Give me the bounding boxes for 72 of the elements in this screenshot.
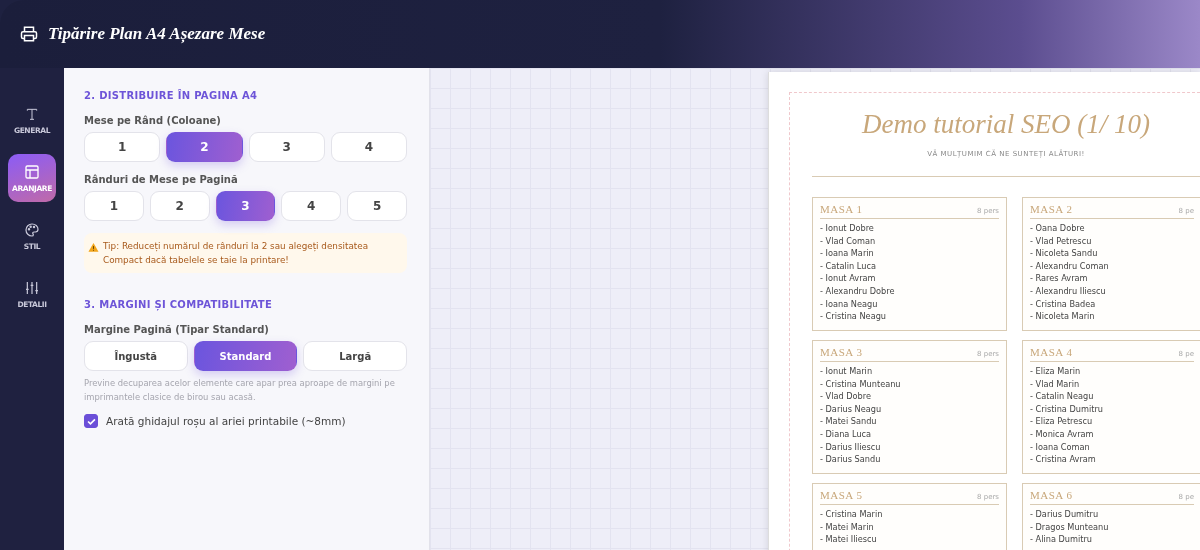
guest-name: - Vlad Coman	[820, 234, 877, 248]
field-label: Margine Pagină (Tipar Standard)	[84, 324, 270, 336]
guest-name: - Cristina Neagu	[820, 310, 888, 323]
guest-name: - Vlad Petrescu	[1030, 234, 1093, 248]
layout-icon	[24, 163, 40, 180]
column-count-option[interactable]: 2	[166, 132, 243, 162]
guest-name: - Alina Dumitru	[1030, 533, 1094, 546]
row-count-option[interactable]: 3	[215, 191, 276, 221]
guest-name: - Ionut Avram	[820, 272, 877, 285]
guest-name: - Darius Dumitru	[1030, 508, 1100, 521]
guest-name: - Cristina Badea	[1030, 297, 1097, 311]
row-count-option[interactable]: 2	[149, 191, 210, 221]
page-title: Demo tutorial SEO (1/ 10)	[860, 109, 1151, 140]
guest-name: - Matei Sandu	[820, 415, 878, 428]
table-name: MASA 3	[820, 346, 863, 358]
guest-name: - Alexandru Dobre	[820, 284, 896, 298]
guest-name: - Darius Sandu	[820, 453, 882, 466]
row-count-option[interactable]: 5	[347, 191, 407, 221]
field-label: Mese pe Rând (Coloane)	[84, 115, 222, 126]
guest-name: - Cristina Avram	[1030, 453, 1097, 466]
guest-name: - Ionut Marin	[820, 365, 874, 378]
guest-name: - Cristina Munteanu	[820, 377, 902, 391]
guest-name: - Ioana Marin	[820, 247, 875, 260]
guest-name: - Nicoleta Sandu	[1030, 247, 1099, 260]
table-name: MASA 4	[1030, 346, 1073, 358]
guest-name: - Monica Avram	[1030, 427, 1095, 441]
row-count-option[interactable]: 1	[84, 191, 144, 221]
column-count-option[interactable]: 3	[248, 132, 325, 162]
guest-name: - Alexandru Coman	[1030, 259, 1110, 273]
guest-name: - Alexandru Iliescu	[1030, 284, 1107, 298]
guest-name: - Ioana Coman	[1030, 440, 1091, 454]
guest-name: - Diana Luca	[820, 427, 873, 441]
guest-name: - Matei Iliescu	[820, 533, 878, 546]
guest-name: - Darius Neagu	[820, 402, 883, 416]
hint-text: Previne decuparea acelor elemente care apar prea aproape de margini pe imprimantele clasice de birou sau acasă.	[84, 377, 396, 404]
guest-name: - Eliza Petrescu	[1030, 415, 1094, 428]
margin-option[interactable]: Standard	[193, 341, 298, 372]
guest-name: - Eliza Marin	[1030, 365, 1082, 378]
guest-name: - Catalin Luca	[820, 259, 877, 273]
tip-text: Tip: Reduceți numărul de rânduri la 2 sau alegeți densitatea Compact dacă tabelele se taie la printare!	[103, 240, 370, 268]
table-name: MASA 6	[1030, 489, 1073, 501]
column-count-option[interactable]: 1	[84, 132, 161, 162]
margin-option[interactable]: Îngustă	[84, 341, 188, 372]
guest-name: - Dragos Munteanu	[1030, 520, 1110, 534]
field-label: Rânduri de Mese pe Pagină	[84, 174, 239, 185]
sliders-icon	[24, 279, 40, 296]
guest-name: - Catalin Neagu	[1030, 390, 1095, 403]
guest-name: - Ioana Neagu	[820, 297, 879, 311]
guest-name: - Oana Dobre	[1030, 222, 1086, 235]
margin-option[interactable]: Largă	[303, 341, 407, 372]
row-count-option[interactable]: 4	[281, 191, 342, 221]
guest-name: - Rares Avram	[1030, 272, 1089, 285]
checkbox[interactable]	[84, 414, 98, 428]
guest-name: - Vlad Marin	[1030, 377, 1081, 391]
guest-name: - Ionut Dobre	[820, 222, 875, 235]
section-heading: 2. DISTRIBUIRE ÎN PAGINA A4	[84, 90, 259, 101]
palette-icon	[24, 221, 40, 238]
guest-name: - Nicoleta Marin	[1030, 310, 1096, 323]
table-name: MASA 2	[1030, 203, 1073, 215]
table-name: MASA 5	[820, 489, 863, 501]
checkbox-label: Arată ghidajul roșu al ariei printabile (~8mm)	[106, 415, 346, 427]
section-heading: 3. MARGINI ȘI COMPATIBILITATE	[84, 299, 274, 311]
column-count-option[interactable]: 4	[330, 132, 407, 162]
guest-name: - Darius Iliescu	[820, 440, 882, 454]
warning-icon	[88, 242, 99, 253]
table-name: MASA 1	[820, 203, 863, 215]
printer-icon	[20, 25, 38, 43]
guest-name: - Vlad Dobre	[820, 390, 872, 403]
app-title: Tipărire Plan A4 Așezare Mese	[48, 24, 266, 44]
guest-name: - Matei Marin	[820, 520, 875, 534]
guest-name: - Cristina Marin	[820, 508, 884, 521]
guest-name: - Cristina Dumitru	[1030, 402, 1104, 416]
